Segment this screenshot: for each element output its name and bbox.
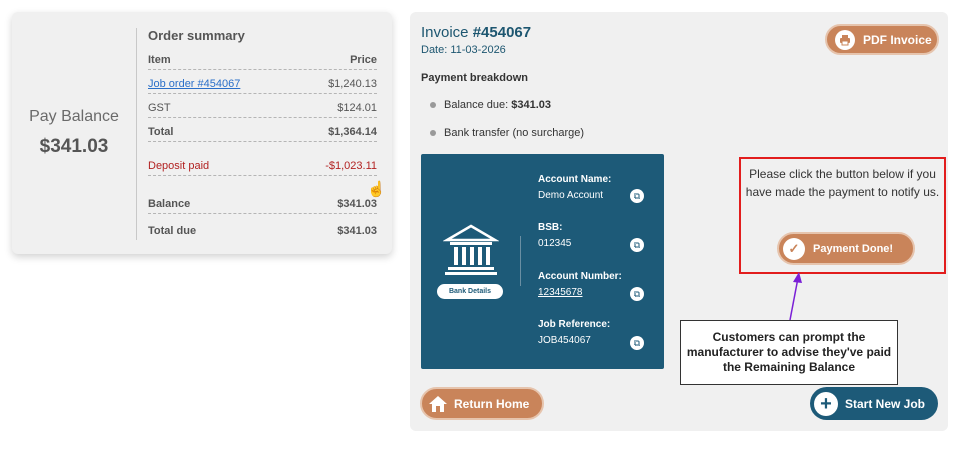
payment-notify-box: Please click the button below if you hav… xyxy=(739,157,946,274)
table-row: Balance $341.03 xyxy=(148,176,377,214)
copy-icon[interactable]: ⧉ xyxy=(630,238,644,252)
column-header-price: Price xyxy=(350,54,377,66)
row-item: Deposit paid xyxy=(148,160,210,172)
payment-breakdown-title: Payment breakdown xyxy=(421,72,528,84)
bank-icon xyxy=(443,224,499,275)
row-price: $341.03 xyxy=(337,198,377,210)
row-price: $124.01 xyxy=(337,102,377,114)
table-row: Total $1,364.14 xyxy=(148,118,377,142)
job-order-link[interactable]: Job order #454067 xyxy=(148,78,240,90)
row-item: GST xyxy=(148,102,171,114)
row-item: Balance xyxy=(148,198,191,210)
arrow-icon xyxy=(789,272,802,321)
return-home-label: Return Home xyxy=(454,396,530,411)
copy-icon[interactable]: ⧉ xyxy=(630,336,644,350)
start-new-job-label: Start New Job xyxy=(845,396,926,411)
divider xyxy=(520,236,521,286)
row-price: $341.03 xyxy=(337,225,377,237)
invoice-title-prefix: Invoice xyxy=(421,24,469,41)
bank-transfer-text: Bank transfer (no surcharge) xyxy=(444,127,585,139)
hand-cursor-icon: ☝ xyxy=(367,181,386,198)
balance-due-value: $341.03 xyxy=(511,99,552,111)
notify-text: Please click the button below if you hav… xyxy=(745,167,940,199)
pay-balance-label: Pay Balance xyxy=(29,108,119,125)
row-price: $1,364.14 xyxy=(328,126,377,138)
bank-details-panel: Bank Details Account Name: Demo Account … xyxy=(421,154,664,369)
pay-balance-panel: Pay Balance $341.03 xyxy=(12,12,136,254)
table-row: Deposit paid -$1,023.11 xyxy=(148,142,377,176)
printer-icon xyxy=(835,29,855,50)
bullet-icon xyxy=(430,102,436,108)
start-new-job-button[interactable]: + Start New Job xyxy=(810,387,938,420)
balance-due-label: Balance due: xyxy=(444,99,509,111)
row-item: Total due xyxy=(148,225,197,237)
payment-done-label: Payment Done! xyxy=(813,242,894,255)
bullet-icon xyxy=(430,130,436,136)
invoice-date: Date: 11-03-2026 xyxy=(421,44,506,56)
payment-done-button[interactable]: ✓ Payment Done! xyxy=(777,232,915,265)
table-row: Total due $341.03 xyxy=(148,214,377,240)
copy-icon[interactable]: ⧉ xyxy=(630,189,644,203)
field-label: Account Name: xyxy=(538,174,612,185)
order-summary: Order summary Item Price Job order #4540… xyxy=(148,28,377,240)
table-row: GST $124.01 xyxy=(148,94,377,118)
callout-annotation: Customers can prompt the manufacturer to… xyxy=(680,320,898,385)
divider xyxy=(136,28,137,240)
order-summary-card: Pay Balance $341.03 Order summary Item P… xyxy=(12,12,392,254)
return-home-button[interactable]: Return Home xyxy=(420,387,544,420)
field-label: BSB: xyxy=(538,222,563,233)
field-label: Account Number: xyxy=(538,271,622,282)
row-price: -$1,023.11 xyxy=(325,160,377,172)
check-icon: ✓ xyxy=(783,237,805,260)
list-item: Bank transfer (no surcharge) xyxy=(430,127,584,139)
table-row: Job order #454067 $1,240.13 xyxy=(148,70,377,94)
table-header: Item Price xyxy=(148,48,377,70)
field-label: Job Reference: xyxy=(538,319,611,330)
order-summary-title: Order summary xyxy=(148,28,245,43)
column-header-item: Item xyxy=(148,54,171,66)
row-price: $1,240.13 xyxy=(328,78,377,90)
pdf-invoice-button[interactable]: PDF Invoice xyxy=(825,24,939,55)
copy-icon[interactable]: ⧉ xyxy=(630,287,644,301)
bank-details-badge: Bank Details xyxy=(437,284,503,299)
invoice-number: #454067 xyxy=(472,24,532,41)
plus-icon: + xyxy=(814,391,838,416)
invoice-title: Invoice #454067 xyxy=(421,24,531,41)
home-icon xyxy=(428,394,448,414)
row-item: Total xyxy=(148,126,174,138)
list-item: Balance due: $341.03 xyxy=(430,99,551,111)
pdf-invoice-label: PDF Invoice xyxy=(863,32,932,47)
pay-balance-amount: $341.03 xyxy=(39,136,109,157)
